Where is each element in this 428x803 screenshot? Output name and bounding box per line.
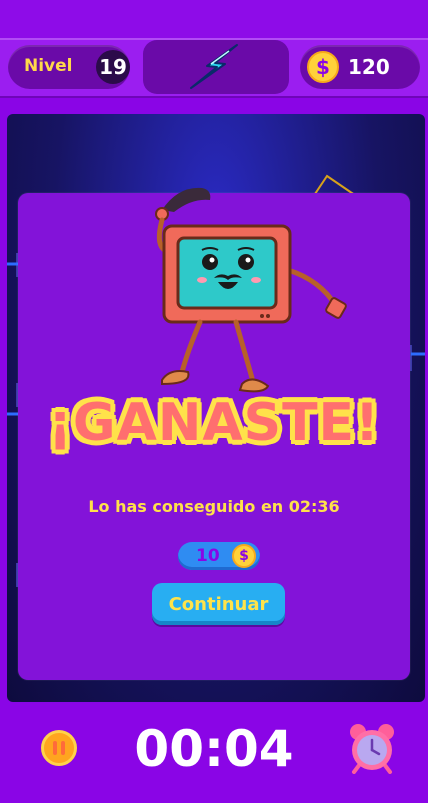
dollar-coin-icon: $ [307,51,339,83]
reward-value: 10 [196,546,220,566]
lightning-icon [190,44,238,89]
tv-mascot-character [155,187,347,393]
level-indicator: Nivel 19 [8,45,130,89]
reward-badge: 10 $ [178,542,260,570]
win-title: ¡GANASTE! [48,393,380,453]
level-number: 19 [96,50,130,84]
alarm-clock-icon[interactable] [346,722,398,774]
completion-time-text: Lo has conseguido en 02:36 [88,497,340,516]
coin-count: 120 [348,55,390,79]
continue-button[interactable]: Continuar [152,583,285,625]
top-bar: Nivel 19 $ 120 [0,0,428,98]
dollar-coin-icon: $ [232,544,256,568]
power-up-button[interactable] [143,40,289,94]
coin-counter: $ 120 [300,45,420,89]
level-label: Nivel [24,56,73,76]
